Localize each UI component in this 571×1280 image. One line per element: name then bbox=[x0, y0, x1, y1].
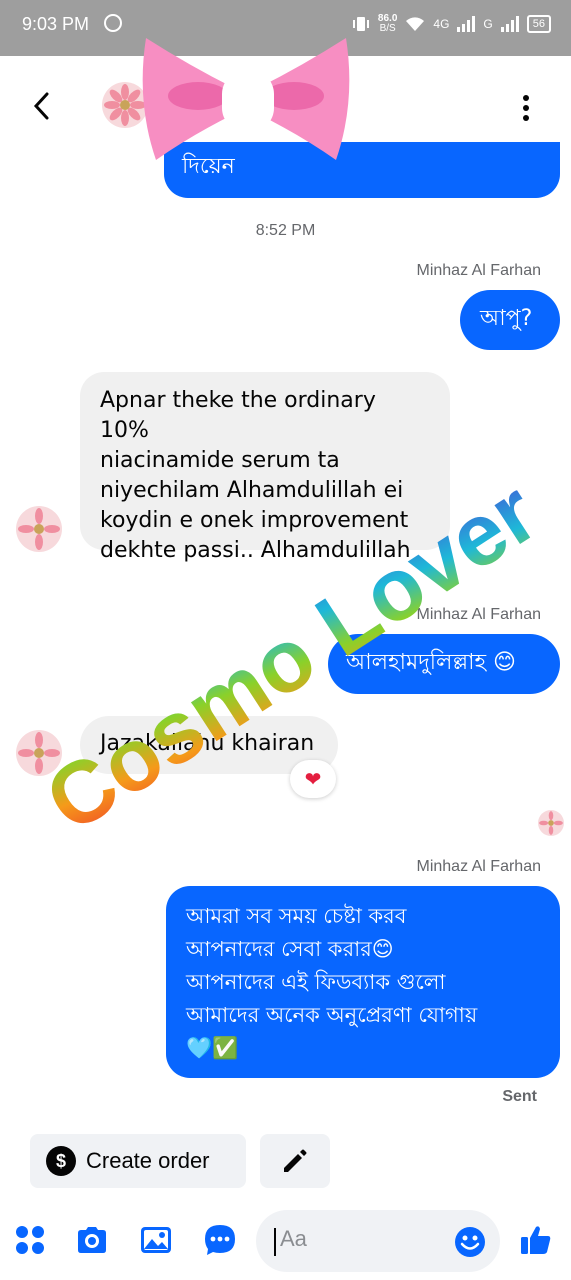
chat-bubble-icon[interactable] bbox=[202, 1222, 238, 1258]
status-right: 86.0 B/S 4G G 56 bbox=[352, 14, 551, 34]
message-input-placeholder: Aa bbox=[280, 1226, 307, 1251]
text-caret bbox=[274, 1228, 276, 1256]
sender-name: Minhaz Al Farhan bbox=[416, 606, 541, 623]
apps-icon[interactable] bbox=[12, 1222, 48, 1258]
reaction-heart[interactable]: ❤ bbox=[290, 760, 336, 798]
message-text: Jazakallahu khairan bbox=[100, 731, 315, 756]
message-bubble[interactable]: Apnar theke the ordinary 10% niacinamide… bbox=[80, 372, 450, 563]
status-time: 9:03 PM bbox=[22, 14, 90, 34]
composer: Aa bbox=[0, 1200, 571, 1280]
sync-icon bbox=[104, 14, 122, 32]
message-line: আপনাদের এই ফিডব্যাক গুলো bbox=[186, 970, 446, 994]
signal-icon bbox=[457, 16, 476, 32]
message-bubble[interactable]: আলহামদুলিল্লাহ 😊 bbox=[328, 634, 560, 694]
message-bubble[interactable]: আমরা সব সময় চেষ্টা করব আপনাদের সেবা করা… bbox=[166, 886, 560, 1078]
message-line: Apnar theke the ordinary 10% bbox=[100, 388, 376, 443]
read-receipt-avatar bbox=[538, 810, 564, 836]
dollar-icon: $ bbox=[46, 1146, 76, 1176]
message-line: niyechilam Alhamdulillah ei bbox=[100, 478, 404, 503]
battery-icon: 56 bbox=[526, 15, 551, 33]
message-line: niacinamide serum ta bbox=[100, 448, 340, 473]
message-line: আপনাদের সেবা করার😊 bbox=[186, 937, 394, 961]
message-text: আপু? bbox=[480, 306, 533, 331]
heart-icon: ❤ bbox=[304, 767, 322, 791]
net-speed: 86.0 B/S bbox=[378, 14, 397, 34]
message-status: Sent bbox=[502, 1088, 537, 1105]
message-text: আলহামদুলিল্লাহ 😊 bbox=[346, 650, 516, 675]
camera-icon[interactable] bbox=[74, 1222, 110, 1258]
pencil-icon bbox=[284, 1149, 307, 1172]
more-vertical-icon[interactable] bbox=[516, 94, 536, 122]
message-line: 🩵✅ bbox=[186, 1036, 239, 1060]
gallery-icon[interactable] bbox=[138, 1222, 174, 1258]
vibrate-icon bbox=[352, 17, 369, 31]
signal-icon-2 bbox=[500, 16, 519, 32]
network-g-label: G bbox=[483, 17, 493, 31]
message-bubble[interactable]: আপু? bbox=[460, 290, 560, 350]
emoji-icon[interactable] bbox=[454, 1226, 486, 1258]
message-line: dekhte passi.. Alhamdulillah bbox=[100, 538, 411, 563]
net-speed-unit: B/S bbox=[379, 23, 396, 34]
sender-name: Minhaz Al Farhan bbox=[416, 858, 541, 875]
thumbs-up-icon[interactable] bbox=[518, 1222, 554, 1258]
avatar[interactable] bbox=[16, 506, 62, 552]
create-order-button[interactable]: $ Create order bbox=[30, 1134, 246, 1188]
chevron-left-icon[interactable] bbox=[28, 90, 56, 122]
bow-sticker bbox=[142, 38, 350, 160]
edit-button[interactable] bbox=[260, 1134, 330, 1188]
message-line: আমাদের অনেক অনুপ্রেরণা যোগায় bbox=[186, 1003, 478, 1027]
sender-name: Minhaz Al Farhan bbox=[416, 262, 541, 279]
message-line: koydin e onek improvement bbox=[100, 508, 409, 533]
message-input[interactable]: Aa bbox=[256, 1210, 500, 1272]
message-line: আমরা সব সময় চেষ্টা করব bbox=[186, 904, 407, 928]
avatar[interactable] bbox=[16, 730, 62, 776]
network-4g-label: 4G bbox=[433, 17, 450, 31]
message-timestamp: 8:52 PM bbox=[255, 222, 316, 239]
wifi-icon bbox=[406, 17, 425, 31]
create-order-label: Create order bbox=[86, 1148, 210, 1173]
